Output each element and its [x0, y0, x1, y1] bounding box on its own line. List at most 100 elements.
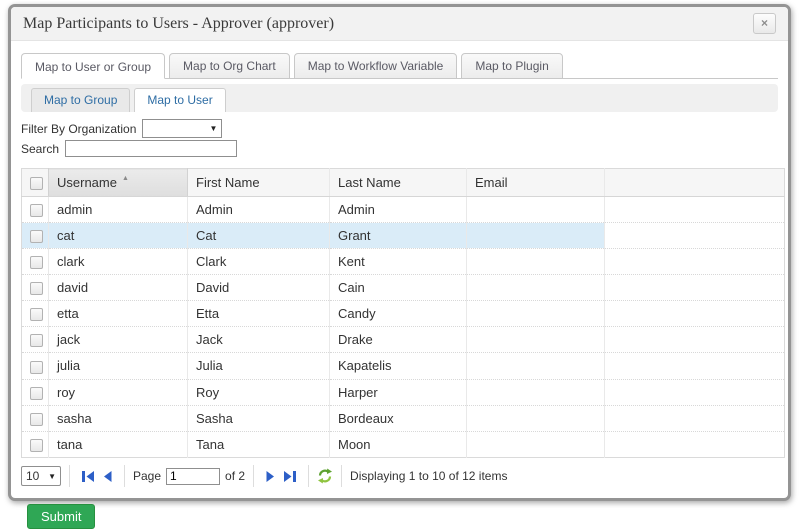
column-header-username[interactable]: Username▲ [49, 169, 188, 197]
select-all-checkbox[interactable] [30, 177, 43, 190]
cell-username: cat [49, 223, 188, 249]
cell-email [467, 327, 605, 353]
cell-extra [605, 223, 785, 249]
first-page-icon [81, 470, 96, 483]
column-header-first-name[interactable]: First Name [188, 169, 330, 197]
separator [69, 465, 70, 487]
separator [253, 465, 254, 487]
column-header-extra [605, 169, 785, 197]
filter-section: Filter By Organization ▼ Search [21, 119, 778, 158]
next-page-button[interactable] [265, 470, 276, 483]
pagination-status: Displaying 1 to 10 of 12 items [350, 469, 507, 483]
dialog-titlebar: Map Participants to Users - Approver (ap… [11, 7, 788, 41]
first-page-button[interactable] [81, 470, 96, 483]
table-row[interactable]: etta Etta Candy [22, 301, 785, 327]
tab-map-to-org-chart[interactable]: Map to Org Chart [169, 53, 290, 79]
cell-last-name: Candy [330, 301, 467, 327]
cell-extra [605, 301, 785, 327]
cell-email [467, 353, 605, 379]
chevron-down-icon: ▼ [48, 472, 56, 481]
cell-username: roy [49, 379, 188, 405]
last-page-button[interactable] [282, 470, 297, 483]
table-row[interactable]: tana Tana Moon [22, 431, 785, 457]
tab-map-to-plugin[interactable]: Map to Plugin [461, 53, 562, 79]
row-checkbox[interactable] [30, 256, 43, 269]
cell-email [467, 405, 605, 431]
sort-asc-icon: ▲ [122, 175, 129, 182]
cell-first-name: Etta [188, 301, 330, 327]
row-checkbox[interactable] [30, 282, 43, 295]
tab-map-to-workflow-variable[interactable]: Map to Workflow Variable [294, 53, 458, 79]
cell-username: david [49, 275, 188, 301]
row-checkbox[interactable] [30, 413, 43, 426]
table-row[interactable]: david David Cain [22, 275, 785, 301]
user-table-body: admin Admin Admin cat Cat Grant clark Cl… [22, 197, 785, 458]
prev-page-button[interactable] [102, 470, 113, 483]
submit-button[interactable]: Submit [27, 504, 95, 529]
cell-first-name: Sasha [188, 405, 330, 431]
cell-username: tana [49, 431, 188, 457]
table-row[interactable]: cat Cat Grant [22, 223, 785, 249]
cell-last-name: Kent [330, 249, 467, 275]
cell-username: admin [49, 197, 188, 223]
close-button[interactable]: × [753, 13, 776, 34]
search-label: Search [21, 142, 59, 156]
table-row[interactable]: admin Admin Admin [22, 197, 785, 223]
tab-map-to-user[interactable]: Map to User [134, 88, 225, 112]
dialog-content: Map to User or GroupMap to Org ChartMap … [11, 41, 788, 529]
refresh-icon [317, 468, 333, 484]
row-checkbox[interactable] [30, 361, 43, 374]
cell-first-name: David [188, 275, 330, 301]
cell-extra [605, 431, 785, 457]
cell-first-name: Tana [188, 431, 330, 457]
organization-filter-label: Filter By Organization [21, 122, 136, 136]
close-icon: × [761, 16, 768, 30]
cell-extra [605, 327, 785, 353]
table-header-row: Username▲ First Name Last Name Email [22, 169, 785, 197]
tab-bar-level1: Map to User or GroupMap to Org ChartMap … [21, 53, 778, 79]
page-size-select[interactable]: 10 ▼ [21, 466, 61, 486]
cell-last-name: Grant [330, 223, 467, 249]
row-checkbox[interactable] [30, 308, 43, 321]
table-row[interactable]: sasha Sasha Bordeaux [22, 405, 785, 431]
row-checkbox[interactable] [30, 334, 43, 347]
tab-map-to-group[interactable]: Map to Group [31, 88, 130, 112]
cell-extra [605, 353, 785, 379]
table-row[interactable]: jack Jack Drake [22, 327, 785, 353]
cell-first-name: Roy [188, 379, 330, 405]
cell-extra [605, 197, 785, 223]
dialog-title: Map Participants to Users - Approver (ap… [23, 15, 334, 33]
chevron-down-icon: ▼ [209, 124, 217, 133]
column-header-email[interactable]: Email [467, 169, 605, 197]
next-page-icon [265, 470, 276, 483]
cell-extra [605, 405, 785, 431]
row-checkbox[interactable] [30, 204, 43, 217]
cell-email [467, 431, 605, 457]
refresh-button[interactable] [317, 468, 333, 484]
row-checkbox[interactable] [30, 387, 43, 400]
cell-email [467, 301, 605, 327]
organization-filter-select[interactable]: ▼ [142, 119, 222, 138]
cell-last-name: Harper [330, 379, 467, 405]
cell-email [467, 223, 605, 249]
cell-email [467, 379, 605, 405]
cell-first-name: Jack [188, 327, 330, 353]
cell-extra [605, 249, 785, 275]
page-number-input[interactable] [166, 468, 220, 485]
search-input[interactable] [65, 140, 237, 157]
cell-username: jack [49, 327, 188, 353]
row-checkbox[interactable] [30, 230, 43, 243]
cell-last-name: Kapatelis [330, 353, 467, 379]
column-header-last-name[interactable]: Last Name [330, 169, 467, 197]
cell-username: etta [49, 301, 188, 327]
cell-last-name: Drake [330, 327, 467, 353]
map-participants-dialog: Map Participants to Users - Approver (ap… [8, 4, 791, 501]
table-row[interactable]: roy Roy Harper [22, 379, 785, 405]
cell-first-name: Julia [188, 353, 330, 379]
pagination-bar: 10 ▼ Page of 2 [21, 463, 778, 490]
table-row[interactable]: julia Julia Kapatelis [22, 353, 785, 379]
table-row[interactable]: clark Clark Kent [22, 249, 785, 275]
tab-map-to-user-or-group[interactable]: Map to User or Group [21, 53, 165, 79]
row-checkbox[interactable] [30, 439, 43, 452]
cell-last-name: Cain [330, 275, 467, 301]
